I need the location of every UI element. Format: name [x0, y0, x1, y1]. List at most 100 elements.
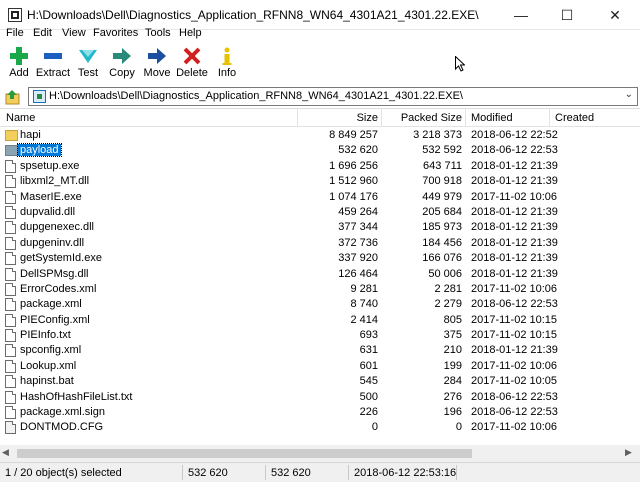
folder-up-icon[interactable] — [5, 89, 21, 105]
file-packed-size: 50 006 — [428, 267, 462, 280]
file-modified: 2018-01-12 21:39 — [471, 159, 558, 172]
menu-file[interactable]: File — [6, 27, 24, 39]
file-row[interactable]: hapi 8 849 257 3 218 373 2018-06-12 22:52 — [0, 128, 640, 143]
file-size: 126 464 — [338, 267, 378, 280]
file-modified: 2018-06-12 22:53 — [471, 406, 558, 419]
file-row[interactable]: spconfig.xml 631 210 2018-01-12 21:39 — [0, 343, 640, 358]
file-name: DellSPMsg.dll — [20, 267, 89, 280]
file-size: 500 — [359, 390, 378, 403]
file-packed-size: 284 — [443, 375, 462, 388]
file-modified: 2018-06-12 22:53 — [471, 144, 558, 157]
address-field[interactable]: H:\Downloads\Dell\Diagnostics_Applicatio… — [28, 87, 638, 106]
file-size: 337 920 — [338, 252, 378, 265]
file-modified: 2018-06-12 22:52 — [471, 129, 558, 141]
menu-tools[interactable]: Tools — [145, 27, 171, 39]
file-row[interactable]: package.xml.sign 226 196 2018-06-12 22:53 — [0, 405, 640, 420]
file-row[interactable]: ErrorCodes.xml 9 281 2 281 2017-11-02 10:06 — [0, 282, 640, 297]
file-row[interactable]: Lookup.xml 601 199 2017-11-02 10:06 — [0, 359, 640, 374]
menu-view[interactable]: View — [62, 27, 86, 39]
file-modified: 2018-01-12 21:39 — [471, 344, 558, 357]
column-modified[interactable]: Modified — [471, 112, 513, 124]
file-row[interactable]: dupvalid.dll 459 264 205 684 2018-01-12 21:… — [0, 205, 640, 220]
column-created[interactable]: Created — [555, 112, 594, 124]
column-packed-size[interactable]: Packed Size — [401, 112, 462, 124]
column-name[interactable]: Name — [6, 112, 35, 124]
column-divider[interactable] — [465, 109, 466, 127]
scroll-left-arrow-icon[interactable]: ◀ — [2, 447, 9, 458]
file-icon — [5, 406, 16, 420]
file-name: HashOfHashFileList.txt — [20, 390, 133, 403]
file-icon — [5, 313, 16, 327]
file-modified: 2017-11-02 10:06 — [471, 190, 558, 203]
extract-button[interactable]: Extract — [34, 42, 72, 84]
file-row[interactable]: dupgeninv.dll 372 736 184 456 2018-01-12 21… — [0, 236, 640, 251]
file-packed-size: 196 — [443, 406, 462, 419]
file-packed-size: 184 456 — [422, 236, 462, 249]
file-row[interactable]: MaserIE.exe 1 074 176 449 979 2017-11-02 10… — [0, 190, 640, 205]
file-row[interactable]: PIEConfig.xml 2 414 805 2017-11-02 10:15 — [0, 313, 640, 328]
file-modified: 2017-11-02 10:15 — [471, 313, 558, 326]
file-size: 601 — [359, 359, 378, 372]
file-name: dupgenexec.dll — [20, 221, 95, 234]
menu-favorites[interactable]: Favorites — [93, 27, 138, 39]
delete-button[interactable]: Delete — [173, 42, 211, 84]
file-packed-size: 0 — [455, 421, 462, 434]
file-name: package.xml — [20, 298, 82, 311]
file-modified: 2018-01-12 21:39 — [471, 205, 558, 218]
add-button[interactable]: Add — [0, 42, 38, 84]
file-size: 377 344 — [338, 221, 378, 234]
file-packed-size: 276 — [443, 390, 462, 403]
column-divider[interactable] — [381, 109, 382, 127]
file-size: 631 — [359, 344, 378, 357]
file-row[interactable]: payload 532 620 532 592 2018-06-12 22:53 — [0, 143, 640, 158]
column-divider[interactable] — [297, 109, 298, 127]
address-dropdown-icon[interactable]: ⌄ — [625, 89, 633, 100]
file-row[interactable]: DellSPMsg.dll 126 464 50 006 2018-01-12 21:… — [0, 267, 640, 282]
file-icon — [5, 390, 16, 404]
delete-x-icon — [183, 47, 201, 65]
file-name: spconfig.xml — [20, 344, 82, 357]
file-size: 1 512 960 — [329, 175, 378, 188]
file-packed-size: 205 684 — [422, 205, 462, 218]
copy-arrow-icon — [113, 48, 131, 64]
maximize-button[interactable]: ☐ — [544, 0, 590, 30]
file-modified: 2017-11-02 10:15 — [471, 329, 558, 342]
column-divider[interactable] — [549, 109, 550, 127]
file-row[interactable]: DONTMOD.CFG 0 0 2017-11-02 10:06 — [0, 420, 640, 435]
file-row[interactable]: package.xml 8 740 2 279 2018-06-12 22:53 — [0, 297, 640, 312]
copy-button[interactable]: Copy — [103, 42, 141, 84]
file-icon — [5, 267, 16, 281]
menu-edit[interactable]: Edit — [33, 27, 52, 39]
file-row[interactable]: libxml2_MT.dll 1 512 960 700 918 2018-01-12… — [0, 174, 640, 189]
menu-help[interactable]: Help — [179, 27, 202, 39]
file-modified: 2017-11-02 10:06 — [471, 282, 558, 295]
minimize-button[interactable]: — — [498, 0, 544, 30]
scroll-thumb[interactable] — [17, 449, 472, 458]
info-button[interactable]: Info — [208, 42, 246, 84]
file-row[interactable]: getSystemId.exe 337 920 166 076 2018-01-12 … — [0, 251, 640, 266]
horizontal-scrollbar[interactable]: ◀ ▶ — [0, 445, 640, 462]
file-name: dupgeninv.dll — [20, 236, 85, 249]
file-size: 459 264 — [338, 205, 378, 218]
file-row[interactable]: dupgenexec.dll 377 344 185 973 2018-01-12 2… — [0, 220, 640, 235]
test-button[interactable]: Test — [69, 42, 107, 84]
column-size[interactable]: Size — [357, 112, 378, 124]
file-row[interactable]: hapinst.bat 545 284 2017-11-02 10:05 — [0, 374, 640, 389]
file-size: 545 — [359, 375, 378, 388]
file-icon — [5, 359, 16, 373]
minus-icon — [44, 53, 62, 59]
scroll-right-arrow-icon[interactable]: ▶ — [625, 447, 632, 458]
move-label: Move — [143, 67, 171, 79]
file-row[interactable]: spsetup.exe 1 696 256 643 711 2018-01-12 21… — [0, 159, 640, 174]
file-row[interactable]: PIEInfo.txt 693 375 2017-11-02 10:15 — [0, 328, 640, 343]
file-icon — [5, 329, 16, 343]
close-button[interactable]: ✕ — [592, 0, 638, 30]
file-modified: 2018-01-12 21:39 — [471, 252, 558, 265]
move-button[interactable]: Move — [138, 42, 176, 84]
file-packed-size: 185 973 — [422, 221, 462, 234]
file-name: spsetup.exe — [20, 159, 80, 172]
file-modified: 2018-01-12 21:39 — [471, 267, 558, 280]
file-size: 693 — [359, 329, 378, 342]
file-row[interactable]: HashOfHashFileList.txt 500 276 2018-06-12 2… — [0, 390, 640, 405]
test-icon — [79, 50, 97, 63]
